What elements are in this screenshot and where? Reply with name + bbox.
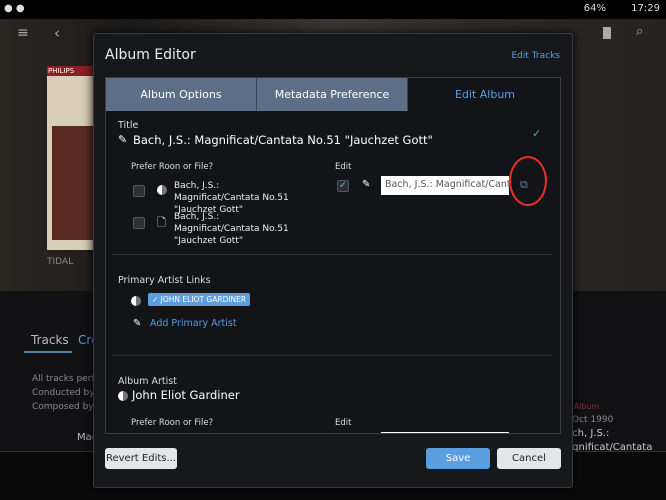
edit-checkbox[interactable]: ✓ (337, 180, 349, 192)
pencil-icon: ✎ (118, 133, 128, 146)
album-editor-dialog: Album Editor Edit Tracks Album Options M… (93, 33, 573, 488)
pencil-icon: ✎ (133, 318, 142, 329)
roon-icon (157, 185, 167, 195)
bookmark-icon[interactable] (603, 27, 611, 39)
album-artist-label: Album Artist (118, 376, 177, 387)
back-icon[interactable]: ‹ (54, 24, 60, 42)
clock: 17:29 (631, 3, 660, 14)
tab-tracks[interactable]: Tracks (31, 333, 69, 347)
notification-icons: ● ● (4, 3, 25, 14)
cover-logo: PHILIPS (47, 66, 93, 76)
edit-label: Edit (335, 162, 352, 172)
prefer-label: Prefer Roon or File? (131, 162, 214, 172)
album-artist-edit-input[interactable] (381, 432, 509, 433)
album-artist-value: John Eliot Gardiner (132, 388, 240, 402)
menu-icon[interactable]: ≡ (17, 25, 29, 41)
prefer-file-checkbox[interactable] (133, 217, 145, 229)
roon-icon (131, 296, 141, 306)
cancel-button[interactable]: Cancel (497, 448, 561, 469)
red-annotation-circle (509, 156, 547, 206)
source-label: TIDAL (47, 257, 74, 267)
tab-metadata-preference[interactable]: Metadata Preference (257, 78, 408, 111)
title-edit-input[interactable]: Bach, J.S.: Magnificat/Cantata No.51 "Ja… (381, 176, 509, 195)
save-button[interactable]: Save (426, 448, 490, 469)
prefer-label: Prefer Roon or File? (131, 418, 214, 428)
file-title-value: Bach, J.S.: Magnificat/Cantata No.51 "Ja… (174, 212, 289, 246)
edit-label: Edit (335, 418, 352, 428)
prefer-roon-checkbox[interactable] (133, 185, 145, 197)
pencil-icon: ✎ (362, 179, 371, 190)
artist-chip-label: JOHN ELIOT GARDINER (160, 295, 247, 304)
status-bar: ● ● 64% 17:29 (0, 0, 666, 19)
release-date: Oct 1990 (572, 415, 614, 425)
roon-icon (118, 391, 128, 401)
dialog-title: Album Editor (105, 47, 196, 63)
revert-edits-button[interactable]: Revert Edits... (105, 448, 177, 469)
artist-chip[interactable]: ✓ JOHN ELIOT GARDINER (148, 293, 251, 306)
title-value: Bach, J.S.: Magnificat/Cantata No.51 "Ja… (133, 133, 433, 147)
battery-level: 64% (583, 3, 606, 14)
file-icon: 🗋 (157, 216, 166, 229)
title-label: Title (118, 120, 139, 131)
edit-tracks-link[interactable]: Edit Tracks (511, 51, 560, 61)
check-icon: ✓ (532, 127, 542, 140)
tab-album-options[interactable]: Album Options (106, 78, 257, 111)
tab-edit-album[interactable]: Edit Album (408, 78, 560, 111)
search-icon[interactable]: ⌕ (636, 24, 643, 39)
primary-artist-label: Primary Artist Links (118, 275, 211, 286)
album-cover[interactable]: PHILIPS (47, 66, 93, 250)
editor-panel: Album Options Metadata Preference Edit A… (105, 77, 561, 434)
add-primary-artist-link[interactable]: Add Primary Artist (150, 318, 237, 329)
